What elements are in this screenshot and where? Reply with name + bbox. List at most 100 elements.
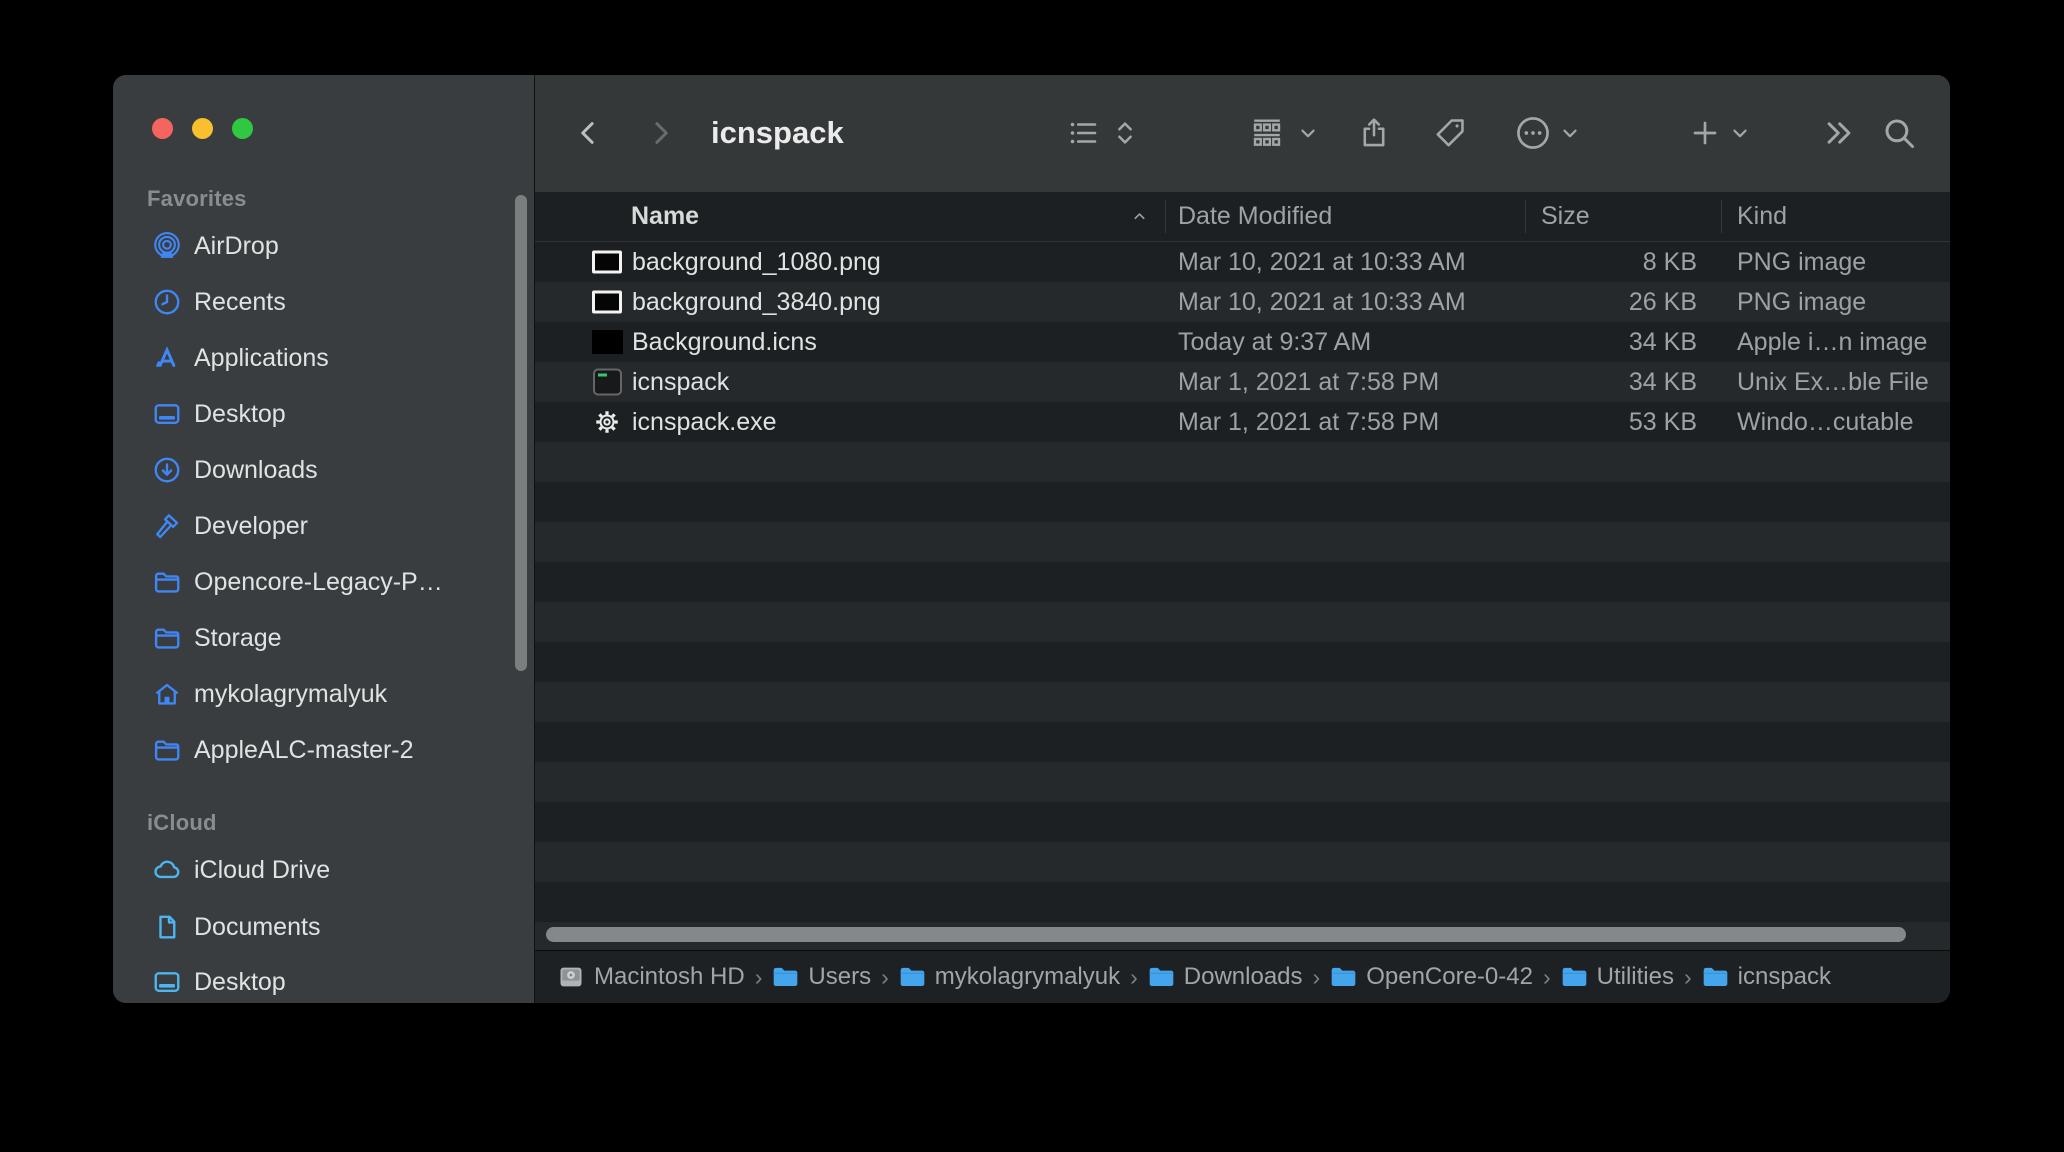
sidebar-scrollbar[interactable]	[515, 195, 527, 671]
column-header-name[interactable]: Name	[631, 192, 699, 241]
sidebar-item-label: Desktop	[194, 968, 286, 997]
group-by-icon[interactable]	[1247, 113, 1287, 153]
folder-icon	[1148, 965, 1175, 989]
path-separator: ›	[1130, 964, 1138, 991]
path-label: Macintosh HD	[594, 963, 745, 991]
table-row[interactable]: icnspack.exe Mar 1, 2021 at 7:58 PM 53 K…	[535, 402, 1950, 442]
sidebar-item-developer[interactable]: Developer	[113, 498, 534, 554]
home-icon	[149, 679, 185, 709]
table-row[interactable]: icnspack Mar 1, 2021 at 7:58 PM 34 KB Un…	[535, 362, 1950, 402]
file-name: background_3840.png	[632, 282, 881, 322]
sidebar-item-label: mykolagrymalyuk	[194, 680, 387, 709]
sidebar-item-documents[interactable]: Documents	[113, 899, 534, 955]
file-size: 34 KB	[1525, 362, 1697, 402]
list-column-headers: Name Date Modified Size Kind	[535, 192, 1950, 242]
sidebar-section-favorites: Favorites	[147, 179, 247, 219]
file-name: icnspack.exe	[632, 402, 777, 442]
airdrop-icon	[149, 231, 185, 261]
file-date: Mar 10, 2021 at 10:33 AM	[1178, 282, 1466, 322]
download-circle-icon	[149, 455, 185, 485]
path-item[interactable]: icnspack	[1702, 963, 1831, 991]
table-row[interactable]: background_1080.png Mar 10, 2021 at 10:3…	[535, 242, 1950, 282]
forward-button[interactable]	[640, 113, 680, 153]
path-separator: ›	[1313, 964, 1321, 991]
path-item[interactable]: Downloads	[1148, 963, 1303, 991]
horizontal-scrollbar[interactable]	[546, 927, 1906, 942]
file-kind: Windo…cutable	[1737, 402, 1913, 442]
file-kind: Unix Ex…ble File	[1737, 362, 1929, 402]
sidebar-item-downloads[interactable]: Downloads	[113, 442, 534, 498]
chevron-down-icon[interactable]	[1294, 113, 1322, 153]
toolbar-overflow-icon[interactable]	[1819, 113, 1859, 153]
chevron-down-icon[interactable]	[1726, 113, 1754, 153]
path-item[interactable]: OpenCore-0-42	[1330, 963, 1533, 991]
path-item[interactable]: Utilities	[1561, 963, 1674, 991]
column-divider[interactable]	[1165, 200, 1166, 233]
zoom-button[interactable]	[232, 118, 253, 139]
toolbar: icnspack	[535, 75, 1950, 192]
sidebar-item-recents[interactable]: Recents	[113, 274, 534, 330]
column-header-kind[interactable]: Kind	[1737, 192, 1787, 241]
sidebar-item-label: Developer	[194, 512, 308, 541]
view-mode-stepper-icon[interactable]	[1111, 113, 1139, 153]
image-file-icon	[589, 251, 625, 274]
file-size: 26 KB	[1525, 282, 1697, 322]
column-header-size[interactable]: Size	[1541, 192, 1590, 241]
path-item[interactable]: Users	[772, 963, 871, 991]
path-label: Downloads	[1184, 963, 1303, 991]
sidebar-item-label: Desktop	[194, 400, 286, 429]
sidebar-item-applications[interactable]: Applications	[113, 330, 534, 386]
sidebar-item-desktop[interactable]: Desktop	[113, 386, 534, 442]
desktop-icon	[149, 399, 185, 429]
path-label: Utilities	[1597, 963, 1674, 991]
file-name: Background.icns	[632, 322, 817, 362]
table-row[interactable]: background_3840.png Mar 10, 2021 at 10:3…	[535, 282, 1950, 322]
finder-window: Favorites AirDrop Recents Application	[113, 75, 1950, 1003]
add-icon[interactable]	[1685, 113, 1725, 153]
column-divider[interactable]	[1525, 200, 1526, 233]
file-size: 8 KB	[1525, 242, 1697, 282]
back-button[interactable]	[569, 113, 609, 153]
path-separator: ›	[1684, 964, 1692, 991]
window-title: icnspack	[711, 115, 844, 151]
column-divider[interactable]	[1721, 200, 1722, 233]
sidebar-item-storage[interactable]: Storage	[113, 610, 534, 666]
path-bar: Macintosh HD › Users › mykolagrymalyuk ›	[535, 950, 1950, 1003]
table-row[interactable]: Background.icns Today at 9:37 AM 34 KB A…	[535, 322, 1950, 362]
file-kind: PNG image	[1737, 282, 1866, 322]
file-size: 53 KB	[1525, 402, 1697, 442]
sidebar-item-applealc[interactable]: AppleALC-master-2	[113, 722, 534, 778]
column-header-date[interactable]: Date Modified	[1178, 192, 1332, 241]
file-kind: PNG image	[1737, 242, 1866, 282]
desktop-icon	[149, 967, 185, 997]
file-date: Mar 1, 2021 at 7:58 PM	[1178, 362, 1439, 402]
list-view-icon[interactable]	[1063, 113, 1103, 153]
close-button[interactable]	[152, 118, 173, 139]
sidebar-item-label: AirDrop	[194, 232, 279, 261]
icns-file-icon	[589, 330, 625, 354]
sidebar-item-label: AppleALC-master-2	[194, 736, 414, 765]
sidebar-item-label: Documents	[194, 913, 320, 942]
path-item[interactable]: Macintosh HD	[557, 963, 745, 991]
share-icon[interactable]	[1354, 113, 1394, 153]
minimize-button[interactable]	[192, 118, 213, 139]
sidebar-item-icloud-desktop[interactable]: Desktop	[113, 954, 534, 1003]
sort-ascending-icon	[1131, 208, 1148, 225]
sidebar-item-label: Opencore-Legacy-P…	[194, 568, 443, 597]
sidebar-item-opencore-legacy[interactable]: Opencore-Legacy-P…	[113, 554, 534, 610]
sidebar-item-home[interactable]: mykolagrymalyuk	[113, 666, 534, 722]
sidebar-item-airdrop[interactable]: AirDrop	[113, 218, 534, 274]
more-actions-icon[interactable]	[1513, 113, 1553, 153]
folder-icon	[149, 623, 185, 653]
folder-icon	[1561, 965, 1588, 989]
document-icon	[149, 912, 185, 942]
tag-icon[interactable]	[1430, 113, 1470, 153]
path-item[interactable]: mykolagrymalyuk	[899, 963, 1120, 991]
file-kind: Apple i…n image	[1737, 322, 1927, 362]
content-area: icnspack	[534, 75, 1950, 1003]
sidebar-item-icloud-drive[interactable]: iCloud Drive	[113, 842, 534, 898]
file-name: background_1080.png	[632, 242, 881, 282]
chevron-down-icon[interactable]	[1556, 113, 1584, 153]
window-controls	[152, 118, 253, 139]
search-icon[interactable]	[1879, 113, 1919, 153]
